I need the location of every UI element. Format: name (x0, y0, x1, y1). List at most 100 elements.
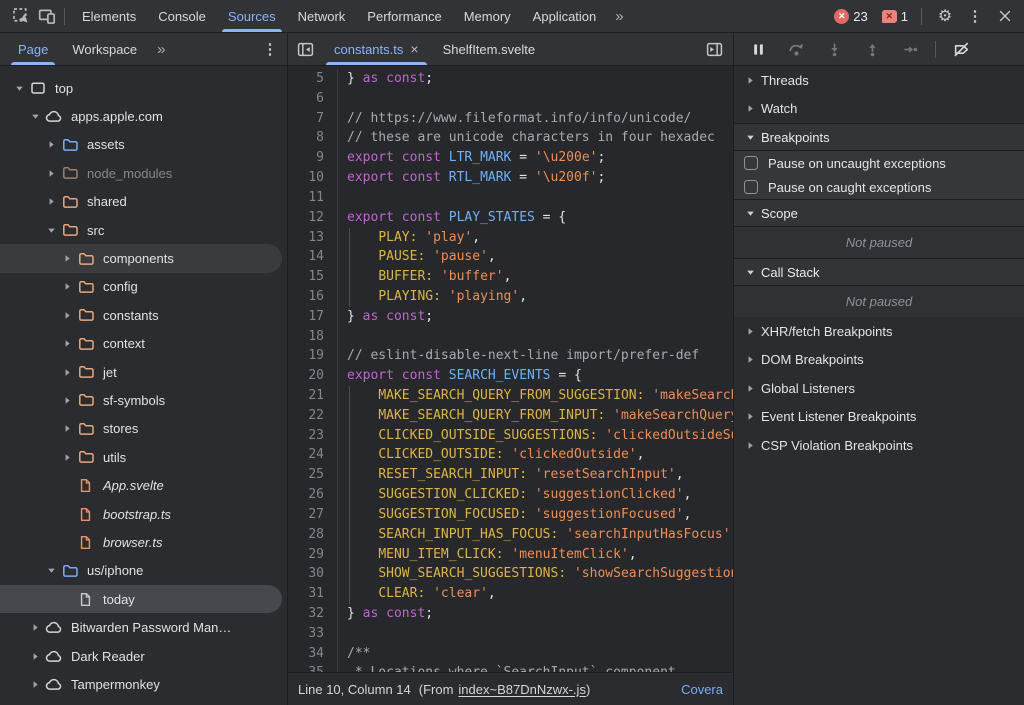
code-line-35[interactable]: 35 * Locations where `SearchInput` compo… (288, 663, 733, 672)
section-global-listeners[interactable]: Global Listeners (734, 374, 1024, 403)
navigator-tab-page[interactable]: Page (6, 33, 60, 65)
line-number-gutter[interactable]: 19 (288, 346, 338, 366)
code-editor[interactable]: 5} as const;67// https://www.fileformat.… (288, 66, 733, 672)
code-line-14[interactable]: 14 PAUSE: 'pause', (288, 247, 733, 267)
code-line-12[interactable]: 12export const PLAY_STATES = { (288, 208, 733, 228)
hide-navigator-icon[interactable] (292, 36, 318, 62)
step-icon[interactable] (901, 40, 919, 58)
code-line-text[interactable]: /** (338, 644, 733, 664)
code-line-text[interactable] (338, 327, 733, 347)
collapse-twisty-icon[interactable] (28, 111, 43, 122)
code-line-26[interactable]: 26 SUGGESTION_CLICKED: 'suggestionClicke… (288, 485, 733, 505)
section-watch[interactable]: Watch (734, 95, 1024, 124)
expand-twisty-icon[interactable] (60, 310, 75, 321)
section-csp-violation-breakpoints[interactable]: CSP Violation Breakpoints (734, 431, 1024, 460)
deactivate-breakpoints-icon[interactable] (952, 40, 970, 58)
tree-item-app-svelte[interactable]: App.svelte (0, 471, 282, 499)
line-number-gutter[interactable]: 26 (288, 485, 338, 505)
tab-sources[interactable]: Sources (217, 0, 287, 32)
line-number-gutter[interactable]: 16 (288, 287, 338, 307)
navigator-kebab-menu-icon[interactable]: ⋮ (257, 36, 283, 62)
line-number-gutter[interactable]: 11 (288, 188, 338, 208)
code-line-text[interactable]: PLAY: 'play', (338, 228, 733, 248)
line-number-gutter[interactable]: 24 (288, 445, 338, 465)
code-line-27[interactable]: 27 SUGGESTION_FOCUSED: 'suggestionFocuse… (288, 505, 733, 525)
code-line-text[interactable]: CLICKED_OUTSIDE: 'clickedOutside', (338, 445, 733, 465)
line-number-gutter[interactable]: 7 (288, 109, 338, 129)
line-number-gutter[interactable]: 27 (288, 505, 338, 525)
line-number-gutter[interactable]: 14 (288, 247, 338, 267)
expand-twisty-icon[interactable] (742, 75, 758, 86)
code-line-text[interactable]: SHOW_SEARCH_SUGGESTIONS: 'showSearchSugg… (338, 564, 733, 584)
expand-twisty-icon[interactable] (44, 139, 59, 150)
tree-item-src[interactable]: src (0, 216, 282, 244)
line-number-gutter[interactable]: 29 (288, 545, 338, 565)
line-number-gutter[interactable]: 30 (288, 564, 338, 584)
code-line-text[interactable]: MAKE_SEARCH_QUERY_FROM_SUGGESTION: 'make… (338, 386, 733, 406)
coverage-link[interactable]: Covera (671, 682, 723, 697)
line-number-gutter[interactable]: 32 (288, 604, 338, 624)
code-line-34[interactable]: 34/** (288, 644, 733, 664)
code-line-33[interactable]: 33 (288, 624, 733, 644)
code-line-10[interactable]: 10export const RTL_MARK = '\u200f'; (288, 168, 733, 188)
line-number-gutter[interactable]: 15 (288, 267, 338, 287)
section-xhr-fetch-breakpoints[interactable]: XHR/fetch Breakpoints (734, 317, 1024, 346)
expand-twisty-icon[interactable] (60, 452, 75, 463)
code-line-text[interactable]: SUGGESTION_CLICKED: 'suggestionClicked', (338, 485, 733, 505)
tree-item-us-iphone[interactable]: us/iphone (0, 557, 282, 585)
tree-item-browser-ts[interactable]: browser.ts (0, 528, 282, 556)
line-number-gutter[interactable]: 34 (288, 644, 338, 664)
line-number-gutter[interactable]: 35 (288, 663, 338, 672)
expand-twisty-icon[interactable] (60, 367, 75, 378)
code-line-28[interactable]: 28 SEARCH_INPUT_HAS_FOCUS: 'searchInputH… (288, 525, 733, 545)
code-line-9[interactable]: 9export const LTR_MARK = '\u200e'; (288, 148, 733, 168)
code-line-11[interactable]: 11 (288, 188, 733, 208)
code-line-text[interactable] (338, 89, 733, 109)
line-number-gutter[interactable]: 33 (288, 624, 338, 644)
tree-item-constants[interactable]: constants (0, 301, 282, 329)
tree-item-sf-symbols[interactable]: sf-symbols (0, 386, 282, 414)
option-pause-on-caught-exceptions[interactable]: Pause on caught exceptions (734, 175, 1024, 199)
code-line-17[interactable]: 17} as const; (288, 307, 733, 327)
code-line-text[interactable]: MAKE_SEARCH_QUERY_FROM_INPUT: 'makeSearc… (338, 406, 733, 426)
code-line-text[interactable]: // these are unicode characters in four … (338, 128, 733, 148)
code-line-30[interactable]: 30 SHOW_SEARCH_SUGGESTIONS: 'showSearchS… (288, 564, 733, 584)
expand-twisty-icon[interactable] (60, 281, 75, 292)
expand-twisty-icon[interactable] (742, 354, 758, 365)
line-number-gutter[interactable]: 5 (288, 69, 338, 89)
code-line-16[interactable]: 16 PLAYING: 'playing', (288, 287, 733, 307)
code-line-text[interactable]: * Locations where `SearchInput` componen… (338, 663, 733, 672)
collapse-twisty-icon[interactable] (742, 132, 758, 143)
code-line-7[interactable]: 7// https://www.fileformat.info/info/uni… (288, 109, 733, 129)
more-panels-chevron-icon[interactable]: » (607, 8, 631, 25)
tree-item-dark-reader[interactable]: Dark Reader (0, 642, 282, 670)
section-call-stack[interactable]: Call Stack (734, 258, 1024, 286)
tab-memory[interactable]: Memory (453, 0, 522, 32)
code-line-text[interactable]: export const RTL_MARK = '\u200f'; (338, 168, 733, 188)
expand-twisty-icon[interactable] (44, 196, 59, 207)
section-threads[interactable]: Threads (734, 66, 1024, 95)
line-number-gutter[interactable]: 28 (288, 525, 338, 545)
code-line-text[interactable]: // https://www.fileformat.info/info/unic… (338, 109, 733, 129)
code-line-8[interactable]: 8// these are unicode characters in four… (288, 128, 733, 148)
code-line-text[interactable]: export const PLAY_STATES = { (338, 208, 733, 228)
code-line-text[interactable]: // eslint-disable-next-line import/prefe… (338, 346, 733, 366)
code-line-18[interactable]: 18 (288, 327, 733, 347)
line-number-gutter[interactable]: 25 (288, 465, 338, 485)
code-line-text[interactable]: } as const; (338, 69, 733, 89)
more-navigator-tabs-chevron-icon[interactable]: » (149, 41, 173, 58)
line-number-gutter[interactable]: 13 (288, 228, 338, 248)
expand-twisty-icon[interactable] (742, 411, 758, 422)
code-line-15[interactable]: 15 BUFFER: 'buffer', (288, 267, 733, 287)
console-errors-badge[interactable]: ✕ 23 (829, 9, 872, 24)
code-line-19[interactable]: 19// eslint-disable-next-line import/pre… (288, 346, 733, 366)
section-scope[interactable]: Scope (734, 199, 1024, 227)
line-number-gutter[interactable]: 31 (288, 584, 338, 604)
step-into-icon[interactable] (825, 40, 843, 58)
code-line-text[interactable]: export const SEARCH_EVENTS = { (338, 366, 733, 386)
tree-item-bitwarden-password-man[interactable]: Bitwarden Password Man… (0, 613, 282, 641)
section-breakpoints[interactable]: Breakpoints (734, 123, 1024, 151)
checkbox[interactable] (744, 180, 758, 194)
tree-item-top[interactable]: top (0, 74, 282, 102)
toggle-device-toolbar-icon[interactable] (34, 3, 60, 29)
